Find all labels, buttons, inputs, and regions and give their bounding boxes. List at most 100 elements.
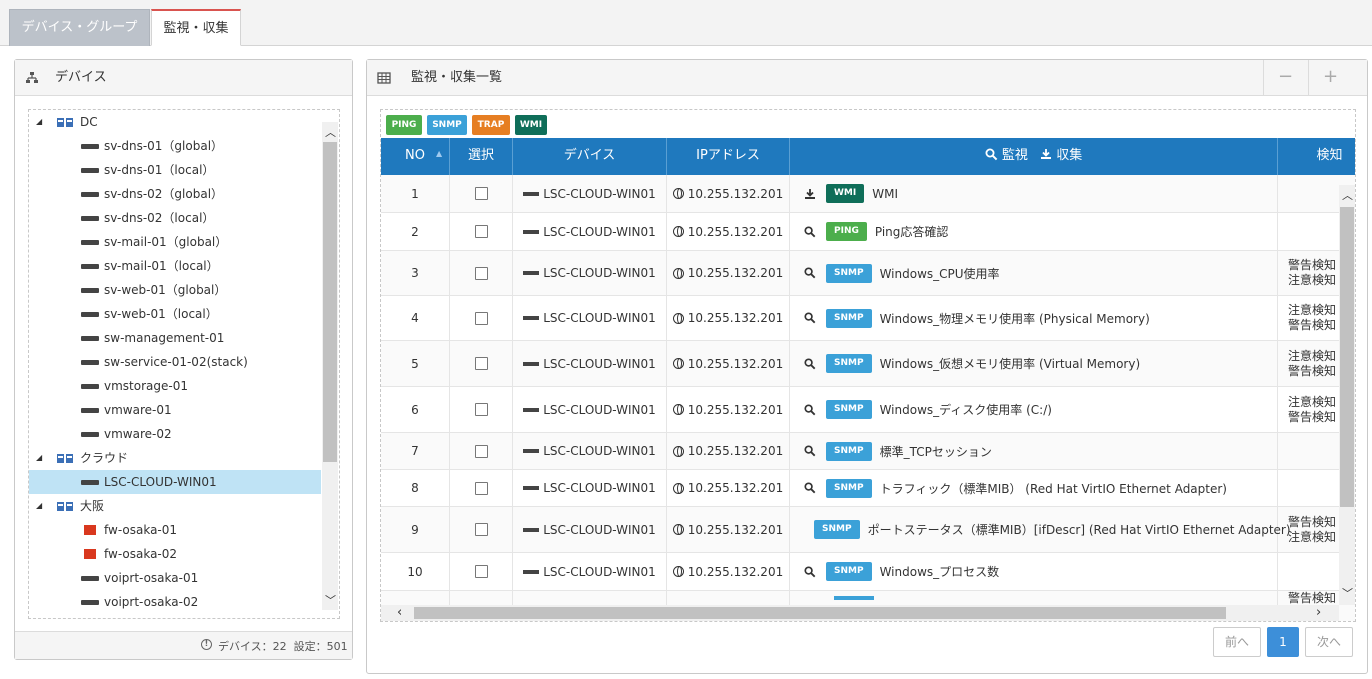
col-no[interactable]: NO ▲ bbox=[381, 138, 450, 175]
tree-group[interactable]: ◢ DC bbox=[29, 110, 321, 134]
table-row[interactable]: 9 LSC-CLOUD-WIN01 10.255.132.201 SNMP ポートステー… bbox=[381, 507, 1355, 553]
tree-device[interactable]: fw-osaka-02 bbox=[29, 542, 321, 566]
server-icon bbox=[81, 240, 99, 245]
prev-page-button[interactable]: 前へ bbox=[1213, 627, 1261, 657]
table-row[interactable]: 7 LSC-CLOUD-WIN01 10.255.132.201 SNMP 標準_TCP… bbox=[381, 433, 1355, 470]
scroll-up-icon[interactable]: ︿ bbox=[325, 124, 336, 140]
protocol-badge: SNMP bbox=[814, 520, 860, 539]
scroll-left-icon[interactable]: ‹ bbox=[397, 605, 402, 621]
monitor-item-name[interactable]: Windows_CPU使用率 bbox=[880, 265, 1000, 282]
monitor-item-name[interactable]: トラフィック（標準MIB） (Red Hat VirtIO Ethernet A… bbox=[880, 480, 1227, 497]
tree-device[interactable]: sv-web-01（local） bbox=[29, 302, 321, 326]
row-checkbox[interactable] bbox=[474, 523, 488, 536]
monitor-item-name[interactable]: Windows_プロセス数 bbox=[880, 563, 1000, 580]
tree-device[interactable]: voiprt-osaka-02 bbox=[29, 590, 321, 614]
table-icon bbox=[377, 72, 391, 84]
row-checkbox[interactable] bbox=[474, 565, 488, 578]
row-checkbox[interactable] bbox=[474, 225, 488, 238]
collapse-triangle-icon[interactable]: ◢ bbox=[36, 446, 42, 470]
tab-device-group[interactable]: デバイス・グループ bbox=[9, 9, 150, 46]
tree-device[interactable]: fw-osaka-01 bbox=[29, 518, 321, 542]
tree-device-label: vmware-01 bbox=[104, 403, 172, 417]
row-device: LSC-CLOUD-WIN01 bbox=[513, 296, 667, 340]
server-icon bbox=[523, 486, 540, 490]
row-checkbox[interactable] bbox=[474, 403, 488, 416]
col-ip[interactable]: IPアドレス bbox=[667, 138, 790, 175]
globe-icon bbox=[672, 188, 684, 199]
scroll-down-icon[interactable]: ﹀ bbox=[1342, 585, 1353, 601]
scroll-right-icon[interactable]: › bbox=[1316, 605, 1321, 621]
globe-icon bbox=[672, 312, 684, 324]
monitor-item-name[interactable]: ポートステータス（標準MIB）[ifDescr] (Red Hat VirtIO… bbox=[868, 521, 1291, 538]
table-row[interactable]: 8 LSC-CLOUD-WIN01 10.255.132.201 SNMP トラフィック… bbox=[381, 470, 1355, 507]
monitor-item-name[interactable]: WMI bbox=[872, 187, 898, 201]
tree-device[interactable]: sv-mail-01（global） bbox=[29, 230, 321, 254]
table-hscrollbar[interactable]: ‹ › bbox=[381, 605, 1339, 621]
tree-device[interactable]: vmware-02 bbox=[29, 422, 321, 446]
row-checkbox[interactable] bbox=[474, 444, 488, 458]
monitor-item-name[interactable]: Ping応答確認 bbox=[875, 223, 949, 240]
table-row[interactable]: 2 LSC-CLOUD-WIN01 10.255.132.201 PING Ping応答… bbox=[381, 213, 1355, 251]
table-row[interactable]: 4 LSC-CLOUD-WIN01 10.255.132.201 SNMP Window… bbox=[381, 296, 1355, 341]
protocol-badge: SNMP bbox=[826, 562, 872, 581]
tree-device[interactable]: sv-mail-01（local） bbox=[29, 254, 321, 278]
col-device[interactable]: デバイス bbox=[513, 138, 667, 175]
collapse-triangle-icon[interactable]: ◢ bbox=[36, 494, 42, 518]
tree-group[interactable]: ◢ クラウド bbox=[29, 446, 321, 470]
server-icon bbox=[81, 192, 99, 197]
monitor-item-name[interactable]: Windows_物理メモリ使用率 (Physical Memory) bbox=[880, 310, 1150, 327]
tree-group[interactable]: ◢ 大阪 bbox=[29, 494, 321, 518]
filter-trap-button[interactable]: TRAP bbox=[472, 115, 510, 135]
table-row[interactable]: 3 LSC-CLOUD-WIN01 10.255.132.201 SNMP Window… bbox=[381, 251, 1355, 296]
collapse-button[interactable]: − bbox=[1263, 60, 1307, 96]
col-monitor-collect[interactable]: 監視 収集 bbox=[790, 138, 1278, 175]
row-checkbox[interactable] bbox=[474, 481, 488, 495]
monitor-item-name[interactable]: Windows_ディスク使用率 (C:/) bbox=[880, 401, 1052, 418]
scroll-up-icon[interactable]: ︿ bbox=[1342, 187, 1353, 203]
table-row[interactable]: 6 LSC-CLOUD-WIN01 10.255.132.201 SNMP Window… bbox=[381, 387, 1355, 433]
filter-snmp-button[interactable]: SNMP bbox=[427, 115, 467, 135]
server-icon bbox=[81, 216, 99, 221]
filter-ping-button[interactable]: PING bbox=[386, 115, 422, 135]
table-vscrollbar[interactable]: ︿ ﹀ bbox=[1339, 185, 1355, 605]
row-checkbox[interactable] bbox=[474, 357, 488, 370]
tree-device[interactable]: sw-service-01-02(stack) bbox=[29, 350, 321, 374]
col-detect: 検知 bbox=[1316, 148, 1343, 163]
tree-device[interactable]: vmstorage-01 bbox=[29, 374, 321, 398]
server-icon bbox=[523, 407, 540, 412]
row-select bbox=[450, 507, 513, 552]
row-ip: 10.255.132.201 bbox=[667, 507, 790, 552]
monitor-item-name[interactable]: 標準_TCPセッション bbox=[880, 443, 992, 460]
table-row[interactable]: 5 LSC-CLOUD-WIN01 10.255.132.201 SNMP Window… bbox=[381, 341, 1355, 387]
table-vscroll-thumb[interactable] bbox=[1340, 207, 1354, 507]
collapse-triangle-icon[interactable]: ◢ bbox=[36, 110, 42, 134]
tree-device[interactable]: sv-web-01（global） bbox=[29, 278, 321, 302]
group-icon bbox=[57, 502, 73, 511]
globe-icon bbox=[672, 226, 684, 237]
device-tree: ◢ DC sv-dns-01（global） sv-dns-01（local） sv-d… bbox=[28, 109, 340, 619]
tree-device[interactable]: vmware-01 bbox=[29, 398, 321, 422]
next-page-button[interactable]: 次へ bbox=[1305, 627, 1353, 657]
tree-device[interactable]: sv-dns-02（local） bbox=[29, 206, 321, 230]
tree-device[interactable]: LSC-CLOUD-WIN01 bbox=[29, 470, 321, 494]
tab-monitor-collect[interactable]: 監視・収集 bbox=[151, 9, 241, 46]
table-hscroll-thumb[interactable] bbox=[414, 607, 1226, 619]
tree-device[interactable]: sv-dns-01（local） bbox=[29, 158, 321, 182]
tree-device[interactable]: sv-dns-02（global） bbox=[29, 182, 321, 206]
tree-device[interactable]: voiprt-osaka-01 bbox=[29, 566, 321, 590]
monitor-item-name[interactable]: Windows_仮想メモリ使用率 (Virtual Memory) bbox=[880, 355, 1141, 372]
scroll-down-icon[interactable]: ﹀ bbox=[325, 592, 336, 608]
page-1-button[interactable]: 1 bbox=[1267, 627, 1299, 657]
row-checkbox[interactable] bbox=[474, 187, 488, 200]
table-row[interactable]: 10 LSC-CLOUD-WIN01 10.255.132.201 SNMP Windo… bbox=[381, 553, 1355, 591]
row-checkbox[interactable] bbox=[474, 311, 488, 325]
tree-scrollbar[interactable]: ︿ ﹀ bbox=[322, 122, 338, 610]
row-no: 6 bbox=[381, 387, 450, 432]
tree-device[interactable]: sw-management-01 bbox=[29, 326, 321, 350]
add-button[interactable]: + bbox=[1308, 60, 1352, 96]
tree-scroll-thumb[interactable] bbox=[323, 142, 337, 462]
row-checkbox[interactable] bbox=[474, 266, 488, 280]
table-row[interactable]: 1 LSC-CLOUD-WIN01 10.255.132.201 WMI WMI bbox=[381, 175, 1355, 213]
filter-wmi-button[interactable]: WMI bbox=[515, 115, 547, 135]
tree-device[interactable]: sv-dns-01（global） bbox=[29, 134, 321, 158]
